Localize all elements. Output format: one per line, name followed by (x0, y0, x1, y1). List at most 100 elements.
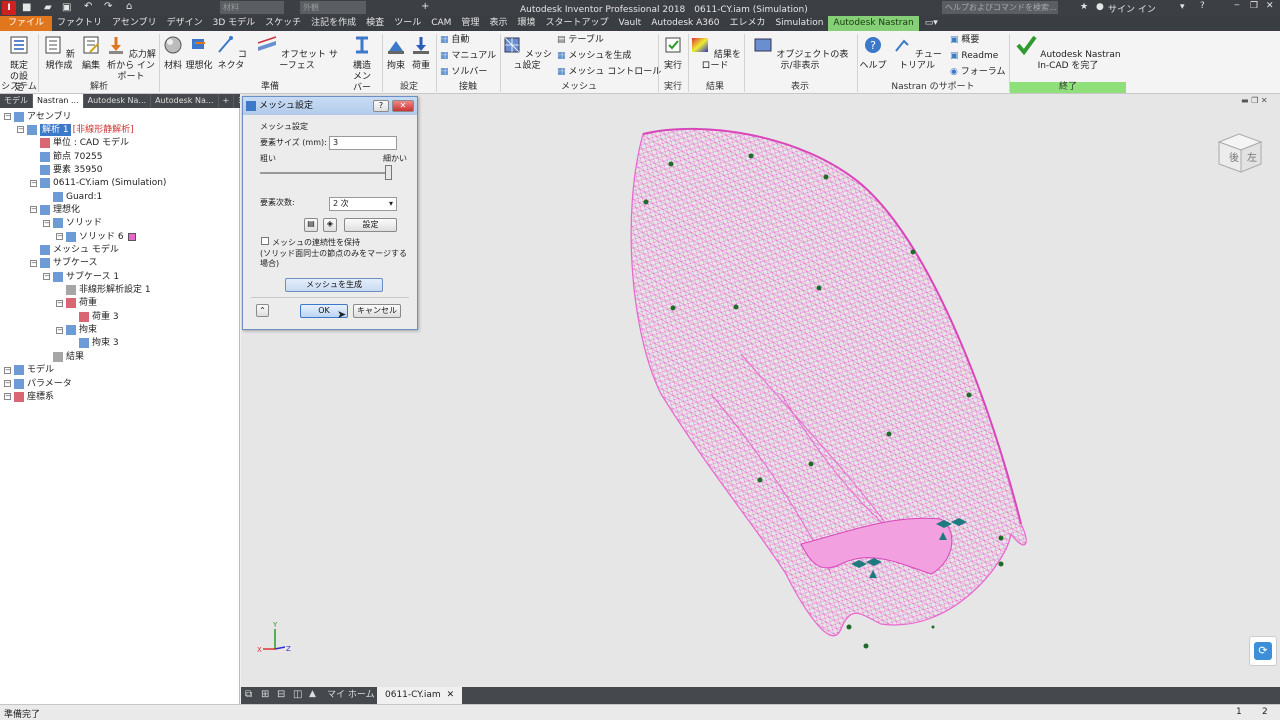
tree-node-1[interactable]: − 解析 1 [非線形静解析] (17, 123, 134, 136)
new-file-icon[interactable]: ■ (22, 2, 31, 13)
tree-node-17[interactable]: 拘束 3 (69, 337, 119, 350)
tab-close-icon[interactable]: ✕ (447, 690, 455, 700)
minimize-icon[interactable]: ‒ (1234, 0, 1240, 10)
tree-expander-icon[interactable]: − (56, 299, 63, 307)
sign-in-link[interactable]: サイン イン (1108, 2, 1156, 15)
restore-icon[interactable]: ❐ (1250, 1, 1258, 11)
tree-expander-icon[interactable]: − (56, 233, 63, 241)
tree-node-9[interactable]: − ソリッド 6 (56, 230, 136, 243)
tree-node-20[interactable]: − パラメータ (4, 377, 72, 390)
tree-node-3[interactable]: 節点 70255 (30, 150, 103, 163)
tab-file[interactable]: ファイル (0, 16, 53, 31)
tree-node-4[interactable]: 要素 35950 (30, 163, 103, 176)
tab-overflow-icon[interactable]: ▭▾ (919, 16, 944, 31)
tab-annotate[interactable]: 注記を作成 (306, 16, 361, 31)
tree-node-11[interactable]: − サブケース (30, 257, 98, 270)
open-icon[interactable]: ▰ (44, 2, 52, 13)
search-input[interactable]: ヘルプおよびコマンドを検索... (942, 1, 1058, 14)
manual-contact-button[interactable]: ▦ マニュアル (440, 50, 496, 62)
tree-node-14[interactable]: − 荷重 (56, 297, 97, 310)
material-dropdown[interactable]: 材料 (220, 1, 284, 14)
edit-analysis-button[interactable]: 編集 (78, 35, 104, 72)
element-order-select[interactable]: 2 次 ▾ (329, 197, 397, 211)
dialog-close-button[interactable]: ✕ (392, 100, 414, 112)
mesh-settings-button[interactable]: メッシュ設定 (502, 35, 552, 72)
auto-contact-button[interactable]: ▦ 自動 (440, 34, 469, 46)
browser-tab-model[interactable]: モデル (0, 94, 33, 108)
idealize-button[interactable]: 理想化 (185, 35, 213, 72)
show-hide-objects-button[interactable]: オブジェクトの表示/非表示 (746, 35, 854, 72)
tree-expander-icon[interactable]: − (30, 259, 37, 267)
user-icon[interactable]: ● (1096, 2, 1104, 12)
table-button[interactable]: ▤ テーブル (557, 34, 604, 46)
browser-tab-nastran[interactable]: Nastran ... (33, 94, 84, 108)
mesh-preview-icon-button[interactable]: ▤ (304, 218, 318, 232)
tree-node-0[interactable]: − アセンブリ (4, 110, 72, 123)
tree-node-16[interactable]: − 拘束 (56, 324, 97, 337)
appearance-dropdown[interactable]: 外観 (300, 1, 366, 14)
tab-tools[interactable]: ツール (389, 16, 426, 31)
solid-color-swatch[interactable] (127, 232, 136, 241)
tab-vault[interactable]: Vault (613, 16, 646, 31)
viewcube[interactable]: 後 左 (1215, 130, 1263, 174)
tree-node-18[interactable]: 結果 (43, 350, 84, 363)
app-logo-icon[interactable]: I (2, 1, 16, 15)
mesh-control-button[interactable]: ▦ メッシュ コントロール (557, 66, 661, 78)
solver-contact-button[interactable]: ▦ ソルバー (440, 66, 487, 78)
tree-expander-icon[interactable]: − (56, 326, 63, 334)
tree-node-8[interactable]: − ソリッド (43, 217, 102, 230)
tab-my-home[interactable]: マイ ホーム (321, 687, 381, 704)
plus-icon[interactable]: + (421, 1, 429, 12)
tree-node-6[interactable]: Guard:1 (43, 190, 102, 203)
new-analysis-button[interactable]: 新規作成 (41, 35, 77, 72)
run-button[interactable]: 実行 (661, 35, 685, 72)
share-view-button[interactable]: ⟳ (1249, 636, 1277, 666)
tab-document[interactable]: 0611-CY.iam ✕ (377, 687, 463, 704)
horizontal-split-icon[interactable]: ⊟ (277, 689, 285, 700)
tab-design[interactable]: デザイン (162, 16, 208, 31)
tab-environment[interactable]: 環境 (512, 16, 540, 31)
vertical-split-icon[interactable]: ◫ (293, 689, 302, 700)
tree-node-21[interactable]: − 座標系 (4, 390, 54, 403)
close-icon[interactable]: ✕ (1266, 1, 1274, 11)
browser-tab-nastran-3[interactable]: Autodesk Na... (151, 94, 219, 108)
tree-node-19[interactable]: − モデル (4, 364, 54, 377)
grid-view-icon[interactable]: ⊞ (261, 689, 269, 700)
browser-tab-nastran-2[interactable]: Autodesk Na... (84, 94, 152, 108)
tab-a360[interactable]: Autodesk A360 (646, 16, 724, 31)
mesh-advanced-settings-button[interactable]: 設定 (344, 218, 397, 232)
tile-windows-icon[interactable]: ⧉ (245, 689, 252, 700)
tree-expander-icon[interactable]: − (4, 113, 11, 120)
scroll-up-icon[interactable]: ▲ (309, 689, 316, 699)
tree-expander-icon[interactable]: − (4, 393, 11, 401)
overview-link[interactable]: ▣ 概要 (950, 34, 979, 46)
help-button[interactable]: ? ヘルプ (858, 35, 888, 72)
home-icon[interactable]: ⌂ (126, 1, 132, 12)
connector-button[interactable]: コネクタ (213, 35, 249, 72)
generate-mesh-ribbon-button[interactable]: ▦ メッシュを生成 (557, 50, 631, 62)
finish-nastran-button[interactable]: Autodesk Nastran In-CAD を完了 (1011, 35, 1125, 72)
offset-surface-button[interactable]: オフセット サーフェス (253, 35, 341, 72)
tab-assembly[interactable]: アセンブリ (107, 16, 162, 31)
dialog-title-bar[interactable]: メッシュ設定 (243, 97, 417, 115)
tree-expander-icon[interactable]: − (4, 366, 11, 374)
undo-icon[interactable]: ↶ (84, 1, 92, 12)
help-icon[interactable]: ? (1200, 1, 1205, 11)
cancel-button[interactable]: キャンセル (353, 304, 401, 318)
tutorial-button[interactable]: チュートリアル (888, 35, 946, 72)
tab-view[interactable]: 表示 (484, 16, 512, 31)
forum-link[interactable]: ◉ フォーラム (950, 66, 1005, 78)
load-results-button[interactable]: 結果をロード (689, 35, 741, 72)
tree-node-13[interactable]: 非線形解析設定 1 (56, 284, 151, 297)
viewport-window-controls-icon[interactable]: ▬ ❐ ✕ (1241, 96, 1268, 105)
tree-expander-icon[interactable]: − (17, 126, 24, 134)
tab-autodesk-nastran[interactable]: Autodesk Nastran (828, 16, 919, 31)
generate-mesh-button[interactable]: メッシュを生成 (285, 278, 383, 292)
mesh-density-slider-thumb[interactable] (385, 165, 392, 180)
tab-factory[interactable]: ファクトリ (52, 16, 107, 31)
tree-expander-icon[interactable]: − (43, 219, 50, 227)
tab-3d-model[interactable]: 3D モデル (208, 16, 261, 31)
cart-icon[interactable]: ▾ (1180, 2, 1185, 12)
import-stress-button[interactable]: 応力解析から インポート (104, 35, 158, 83)
tab-inspect[interactable]: 検査 (361, 16, 389, 31)
